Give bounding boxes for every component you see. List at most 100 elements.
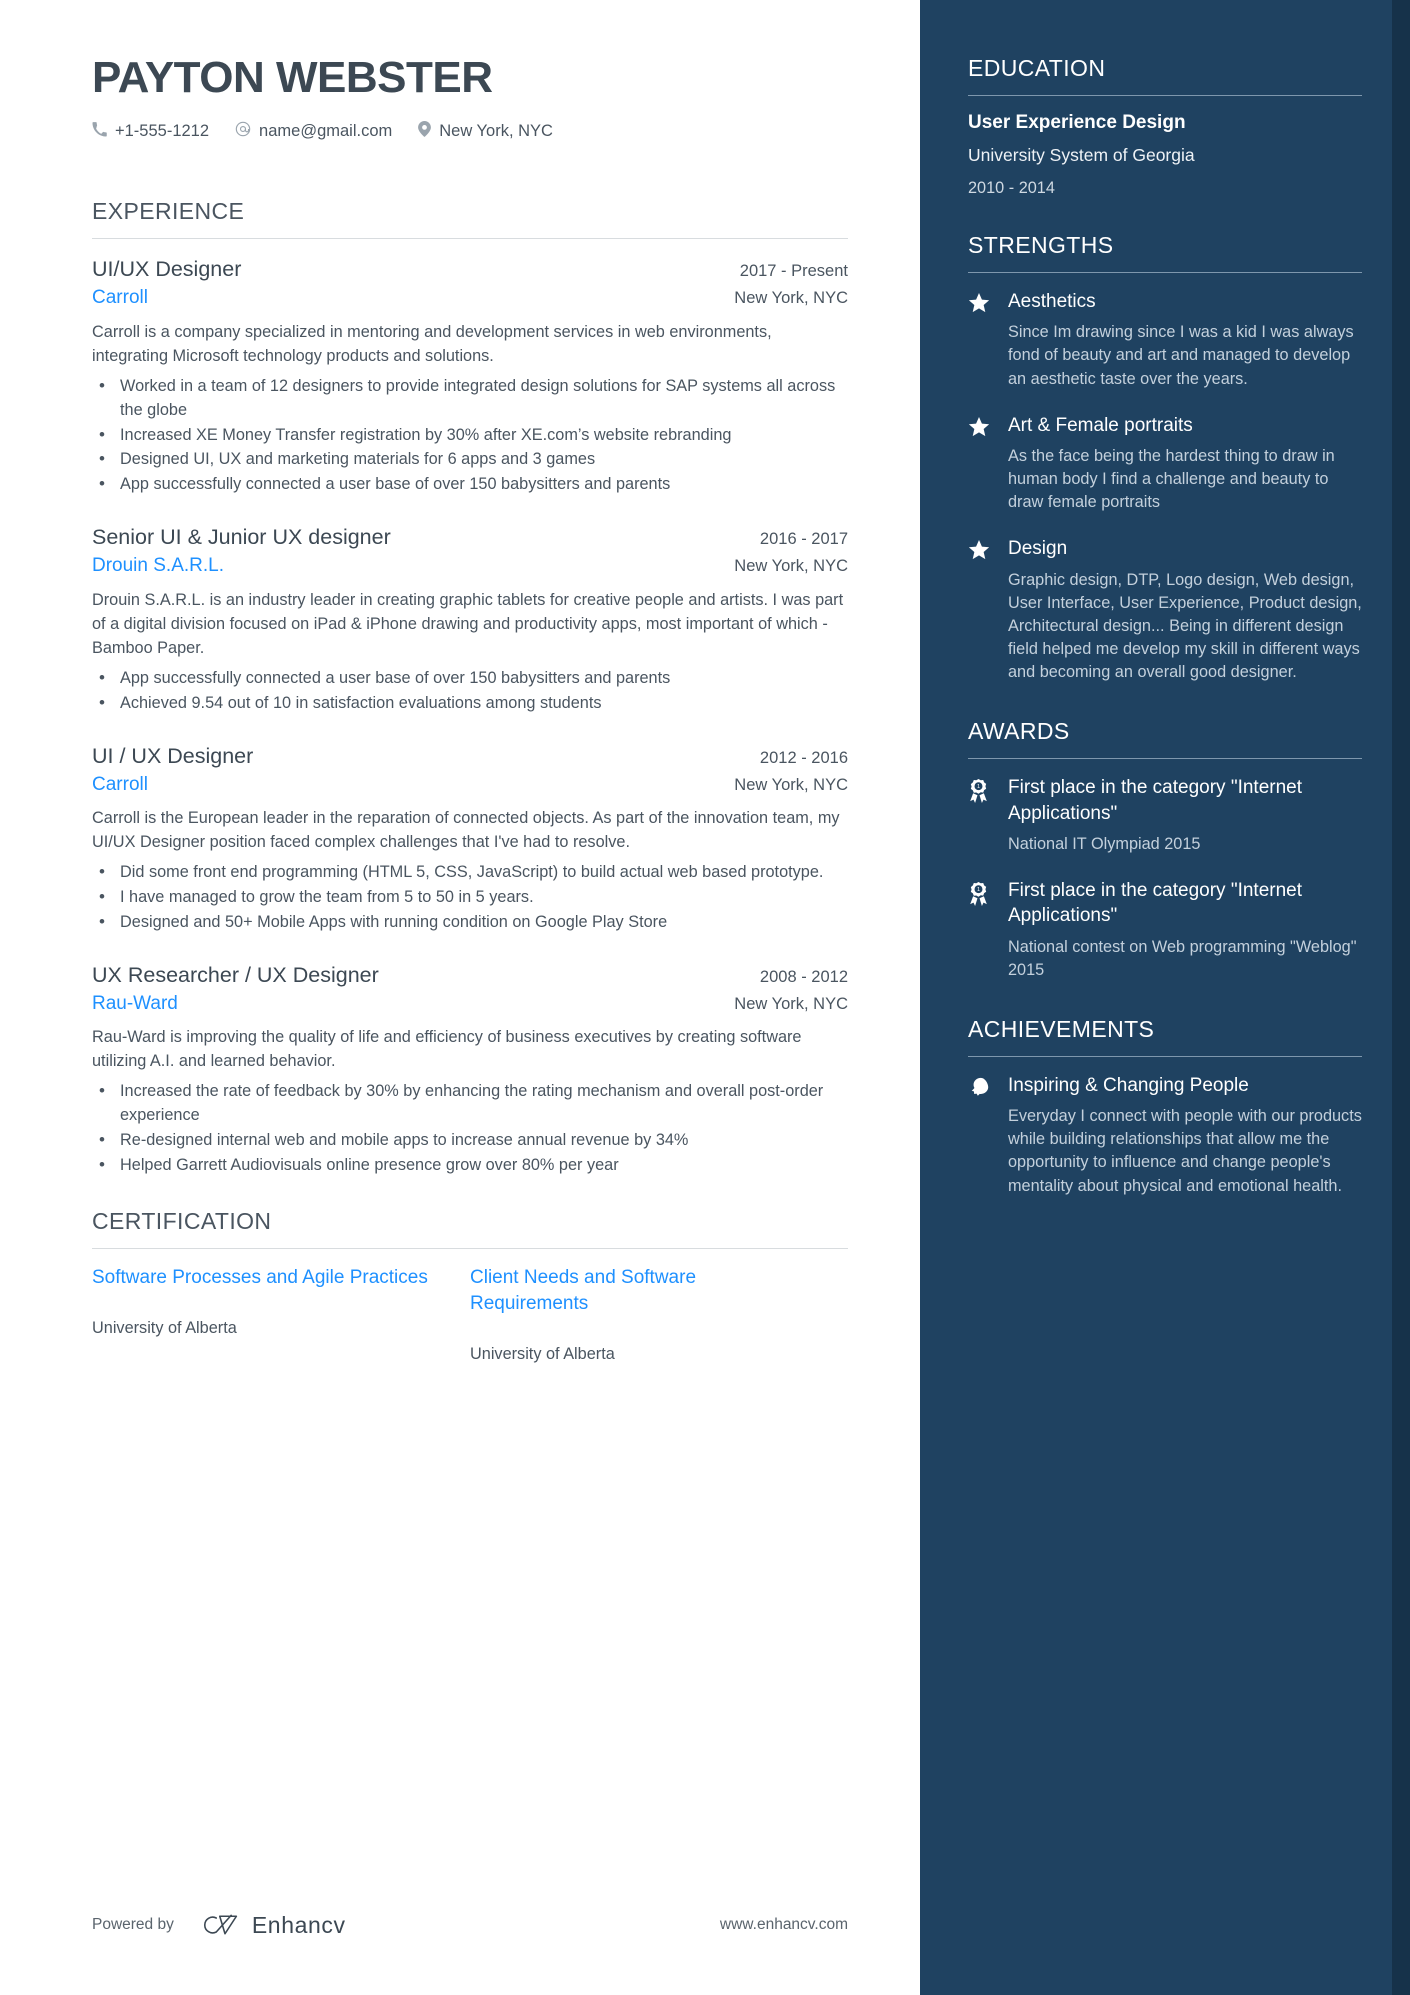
achievement-description: Everyday I connect with people with our … [1008, 1107, 1362, 1195]
job-header-row: Senior UI & Junior UX designer 2016 - 20… [92, 523, 848, 552]
location-pin-icon [418, 121, 432, 142]
main-column: PAYTON WEBSTER +1-555-1212 name@gmail.co… [0, 0, 920, 1995]
certification-heading: CERTIFICATION [92, 1208, 272, 1235]
job-title: Senior UI & Junior UX designer [92, 525, 391, 550]
job-company[interactable]: Carroll [92, 771, 148, 800]
job-company[interactable]: Drouin S.A.R.L. [92, 552, 224, 581]
contact-email: name@gmail.com [235, 121, 392, 142]
job-bullet: Worked in a team of 12 designers to prov… [92, 374, 848, 423]
certification-name[interactable]: Client Needs and Software Requirements [470, 1265, 808, 1317]
strengths-divider [968, 272, 1362, 273]
job-bullet: Did some front end programming (HTML 5, … [92, 860, 848, 885]
award-subtitle: National IT Olympiad 2015 [1008, 834, 1201, 853]
phone-icon [92, 121, 107, 142]
footer: Powered by Enhancv www.enhancv.com [92, 1911, 848, 1939]
experience-divider [92, 238, 848, 240]
strength-item: Art & Female portraits As the face being… [968, 413, 1362, 515]
contact-location: New York, NYC [418, 121, 553, 142]
sidebar-edge-strip [1392, 0, 1410, 1995]
achievements-heading: ACHIEVEMENTS [968, 1015, 1155, 1042]
contact-bar: +1-555-1212 name@gmail.com New York, NYC [92, 121, 848, 142]
job-location: New York, NYC [734, 557, 848, 576]
email-icon [235, 121, 251, 142]
contact-phone-text: +1-555-1212 [115, 122, 210, 141]
powered-by-label: Powered by [92, 1916, 174, 1933]
job-description: Carroll is a company specialized in ment… [92, 322, 772, 365]
experience-heading: EXPERIENCE [92, 198, 245, 225]
education-divider [968, 95, 1362, 96]
footer-website[interactable]: www.enhancv.com [720, 1916, 848, 1934]
achievements-section: ACHIEVEMENTS Inspiring & Changing People… [968, 1016, 1362, 1198]
job-company-row: Carroll New York, NYC [92, 771, 848, 800]
job-header-row: UI/UX Designer 2017 - Present [92, 255, 848, 284]
sidebar-column: EDUCATION User Experience Design Univers… [920, 0, 1410, 1995]
job-bullet: Achieved 9.54 out of 10 in satisfaction … [92, 691, 848, 716]
job-company[interactable]: Carroll [92, 284, 148, 313]
job-bullet: Increased the rate of feedback by 30% by… [92, 1079, 848, 1128]
strength-item: Design Graphic design, DTP, Logo design,… [968, 536, 1362, 684]
job-company-row: Drouin S.A.R.L. New York, NYC [92, 552, 848, 581]
strength-body: Art & Female portraits As the face being… [1008, 413, 1362, 515]
star-icon [968, 289, 992, 391]
job-bullet-list: Did some front end programming (HTML 5, … [92, 860, 848, 935]
certification-org: University of Alberta [470, 1345, 615, 1364]
education-school: University System of Georgia [968, 145, 1195, 165]
idea-head-icon [968, 1073, 992, 1198]
job-bullet-list: App successfully connected a user base o… [92, 666, 848, 716]
achievements-divider [968, 1055, 1362, 1057]
job-bullet: App successfully connected a user base o… [92, 666, 848, 691]
svg-text:1: 1 [977, 785, 980, 791]
education-heading: EDUCATION [968, 55, 1106, 81]
education-section: EDUCATION User Experience Design Univers… [968, 55, 1362, 198]
job-company-row: Rau-Ward New York, NYC [92, 990, 848, 1019]
job-header-row: UX Researcher / UX Designer 2008 - 2012 [92, 961, 848, 990]
strengths-section: STRENGTHS Aesthetics Since Im drawing si… [968, 232, 1362, 684]
certification-section: CERTIFICATION Software Processes and Agi… [92, 1208, 848, 1364]
achievement-item: Inspiring & Changing People Everyday I c… [968, 1073, 1362, 1198]
award-body: First place in the category "Internet Ap… [1008, 775, 1362, 856]
job-bullet-list: Worked in a team of 12 designers to prov… [92, 374, 848, 498]
certification-item: Client Needs and Software Requirements U… [470, 1265, 848, 1364]
job-description: Rau-Ward is improving the quality of lif… [92, 1028, 802, 1071]
awards-section: AWARDS 1 First place in the category "In… [968, 718, 1362, 981]
job-bullet: Designed UI, UX and marketing materials … [92, 447, 848, 472]
strength-item: Aesthetics Since Im drawing since I was … [968, 289, 1362, 391]
certification-divider [92, 1248, 848, 1250]
education-date: 2010 - 2014 [968, 179, 1055, 197]
award-item: 1 First place in the category "Internet … [968, 775, 1362, 856]
awards-heading: AWARDS [968, 718, 1070, 745]
resume-page: PAYTON WEBSTER +1-555-1212 name@gmail.co… [0, 0, 1410, 1995]
experience-section: EXPERIENCE UI/UX Designer 2017 - Present… [92, 198, 848, 1178]
strength-description: Graphic design, DTP, Logo design, Web de… [1008, 570, 1362, 682]
contact-location-text: New York, NYC [439, 122, 553, 141]
job-date: 2016 - 2017 [759, 530, 848, 549]
strength-description: Since Im drawing since I was a kid I was… [1008, 323, 1354, 388]
strength-body: Aesthetics Since Im drawing since I was … [1008, 289, 1362, 391]
job-bullet: I have managed to grow the team from 5 t… [92, 885, 848, 910]
strength-name: Art & Female portraits [1008, 414, 1193, 436]
award-name: First place in the category "Internet Ap… [1008, 880, 1302, 927]
certification-name[interactable]: Software Processes and Agile Practices [92, 1265, 430, 1291]
job-description: Drouin S.A.R.L. is an industry leader in… [92, 590, 844, 657]
award-item: 1 First place in the category "Internet … [968, 878, 1362, 982]
job-entry: UI/UX Designer 2017 - Present Carroll Ne… [92, 255, 848, 497]
job-header-row: UI / UX Designer 2012 - 2016 [92, 742, 848, 771]
certification-org: University of Alberta [92, 1319, 237, 1338]
award-body: First place in the category "Internet Ap… [1008, 878, 1362, 982]
job-title: UI/UX Designer [92, 257, 242, 282]
job-company-row: Carroll New York, NYC [92, 284, 848, 313]
job-date: 2017 - Present [739, 262, 848, 281]
job-entry: Senior UI & Junior UX designer 2016 - 20… [92, 523, 848, 715]
star-icon [968, 413, 992, 515]
strength-name: Design [1008, 538, 1068, 560]
brand-block: Powered by Enhancv [92, 1911, 346, 1939]
job-bullet-list: Increased the rate of feedback by 30% by… [92, 1079, 848, 1178]
enhancv-logo: Enhancv [196, 1911, 346, 1939]
award-medal-icon: 1 [968, 775, 992, 856]
job-bullet: Increased XE Money Transfer registration… [92, 423, 848, 448]
job-bullet: Re-designed internal web and mobile apps… [92, 1128, 848, 1153]
job-company[interactable]: Rau-Ward [92, 990, 178, 1019]
certification-item: Software Processes and Agile Practices U… [92, 1265, 470, 1364]
job-location: New York, NYC [734, 775, 848, 794]
job-bullet: Helped Garrett Audiovisuals online prese… [92, 1153, 848, 1178]
